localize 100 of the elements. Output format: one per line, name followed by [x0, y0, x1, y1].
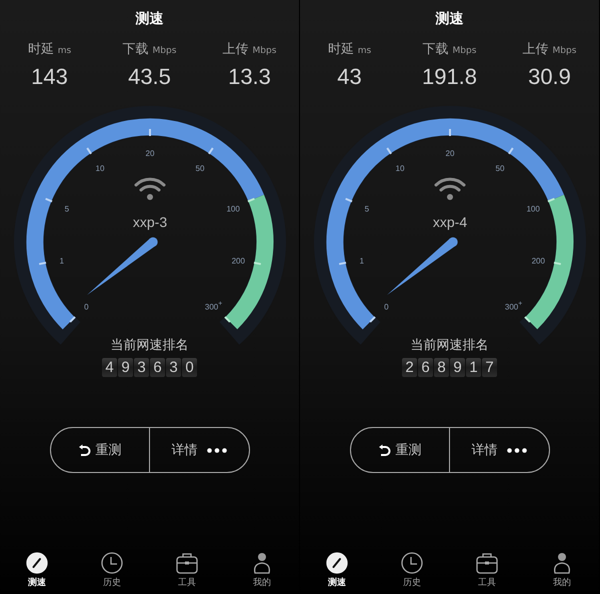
- metric-value: 30.9: [528, 63, 571, 91]
- metric-label: 时延: [328, 41, 354, 59]
- undo-icon: [378, 444, 392, 456]
- clock-icon: [401, 552, 423, 574]
- details-button[interactable]: 详情: [149, 428, 248, 472]
- tick-label: 20: [145, 149, 154, 158]
- wifi-icon: [134, 178, 165, 200]
- metric-value: 191.8: [422, 63, 478, 91]
- more-icon: [507, 448, 528, 452]
- tab-item[interactable]: 我的: [524, 552, 600, 589]
- undo-icon: [78, 444, 92, 456]
- tick-mark: [86, 147, 92, 154]
- tick-label: 50: [195, 164, 204, 174]
- tick-label: 5: [364, 204, 369, 214]
- retest-button[interactable]: 重测: [350, 428, 449, 472]
- tab-item[interactable]: 测速: [0, 552, 74, 589]
- tick-label: 10: [395, 164, 404, 174]
- metric-unit: Mbps: [152, 45, 176, 58]
- tick-label: 100: [526, 204, 540, 214]
- tick-mark: [253, 262, 261, 266]
- person-icon: [251, 552, 273, 574]
- ranking-digit: 9: [118, 358, 133, 377]
- ranking-label: 当前网速排名: [110, 337, 188, 355]
- tick-label: 5: [64, 204, 69, 214]
- tick-mark: [344, 198, 352, 202]
- tab-item[interactable]: 历史: [374, 552, 450, 589]
- tick-mark: [247, 198, 254, 202]
- gauge-needle: [386, 237, 458, 295]
- metric-unit: Mbps: [552, 45, 576, 58]
- tab-item[interactable]: 工具: [150, 552, 224, 589]
- briefcase-icon: [476, 552, 498, 574]
- tick-mark: [148, 129, 150, 136]
- metric-value: 43: [337, 63, 362, 91]
- tab-item[interactable]: 我的: [224, 552, 300, 589]
- ranking-digit: 2: [402, 358, 417, 377]
- ranking-digit: 4: [102, 358, 117, 377]
- ranking-digit: 3: [134, 358, 149, 377]
- tick-label: 0: [84, 302, 88, 312]
- tick-label: 1: [359, 256, 364, 266]
- tick-mark: [448, 129, 450, 136]
- screen-title: 测速: [136, 10, 164, 29]
- ranking-digit: 3: [166, 358, 181, 377]
- tick-mark: [224, 316, 230, 323]
- more-icon: [207, 448, 228, 452]
- tab-item[interactable]: 测速: [300, 552, 374, 589]
- ranking-label: 当前网速排名: [410, 337, 488, 355]
- metric-value: 43.5: [128, 63, 171, 91]
- ranking-digit: 0: [182, 358, 197, 377]
- network-name: xxp-4: [432, 214, 467, 230]
- person-icon: [551, 552, 573, 574]
- tick-label: 300$^{+}$: [204, 300, 222, 312]
- metric-unit: ms: [358, 45, 372, 58]
- details-button[interactable]: 详情: [449, 428, 548, 472]
- tick-mark: [524, 316, 530, 323]
- tick-mark: [386, 147, 392, 154]
- wifi-icon: [434, 178, 465, 200]
- tick-mark: [38, 262, 46, 266]
- gauge-icon: [26, 552, 48, 574]
- gauge-needle: [86, 237, 158, 295]
- metric-label: 上传: [522, 41, 549, 59]
- metric-unit: Mbps: [252, 45, 276, 58]
- tick-mark: [547, 198, 554, 202]
- tick-label: 200: [531, 256, 544, 266]
- tick-mark: [553, 262, 561, 266]
- ranking-digit: 9: [450, 358, 465, 377]
- tick-mark: [508, 147, 514, 154]
- metric-label: 下载: [122, 41, 149, 59]
- tick-mark: [368, 316, 376, 323]
- tick-label: 0: [384, 302, 388, 312]
- tick-label: 200: [231, 256, 244, 266]
- clock-icon: [101, 552, 123, 574]
- ranking-digit: 6: [418, 358, 433, 377]
- ranking-digit: 6: [150, 358, 165, 377]
- tick-label: 100: [226, 204, 240, 214]
- metric-label: 上传: [222, 41, 249, 59]
- network-name: xxp-3: [132, 214, 167, 230]
- metric-label: 下载: [422, 41, 449, 59]
- ranking-digit: 1: [466, 358, 481, 377]
- ranking-digit: 8: [434, 358, 449, 377]
- tick-mark: [44, 198, 52, 202]
- metric-value: 143: [31, 63, 68, 91]
- metric-label: 时延: [28, 41, 54, 59]
- tick-label: 300$^{+}$: [504, 300, 522, 312]
- tick-label: 50: [495, 164, 504, 174]
- tab-item[interactable]: 工具: [450, 552, 524, 589]
- gauge-icon: [326, 552, 348, 574]
- metric-unit: Mbps: [452, 45, 476, 58]
- retest-button[interactable]: 重测: [50, 428, 149, 472]
- tick-label: 20: [445, 149, 454, 158]
- tick-mark: [68, 316, 76, 323]
- tick-label: 10: [95, 164, 104, 174]
- tick-label: 1: [59, 256, 64, 266]
- metric-unit: ms: [58, 45, 72, 58]
- tab-item[interactable]: 历史: [74, 552, 150, 589]
- metric-value: 13.3: [228, 63, 271, 91]
- briefcase-icon: [176, 552, 198, 574]
- screen-title: 测速: [436, 10, 464, 29]
- ranking-digit: 7: [482, 358, 497, 377]
- tick-mark: [338, 262, 346, 266]
- tick-mark: [208, 147, 214, 154]
